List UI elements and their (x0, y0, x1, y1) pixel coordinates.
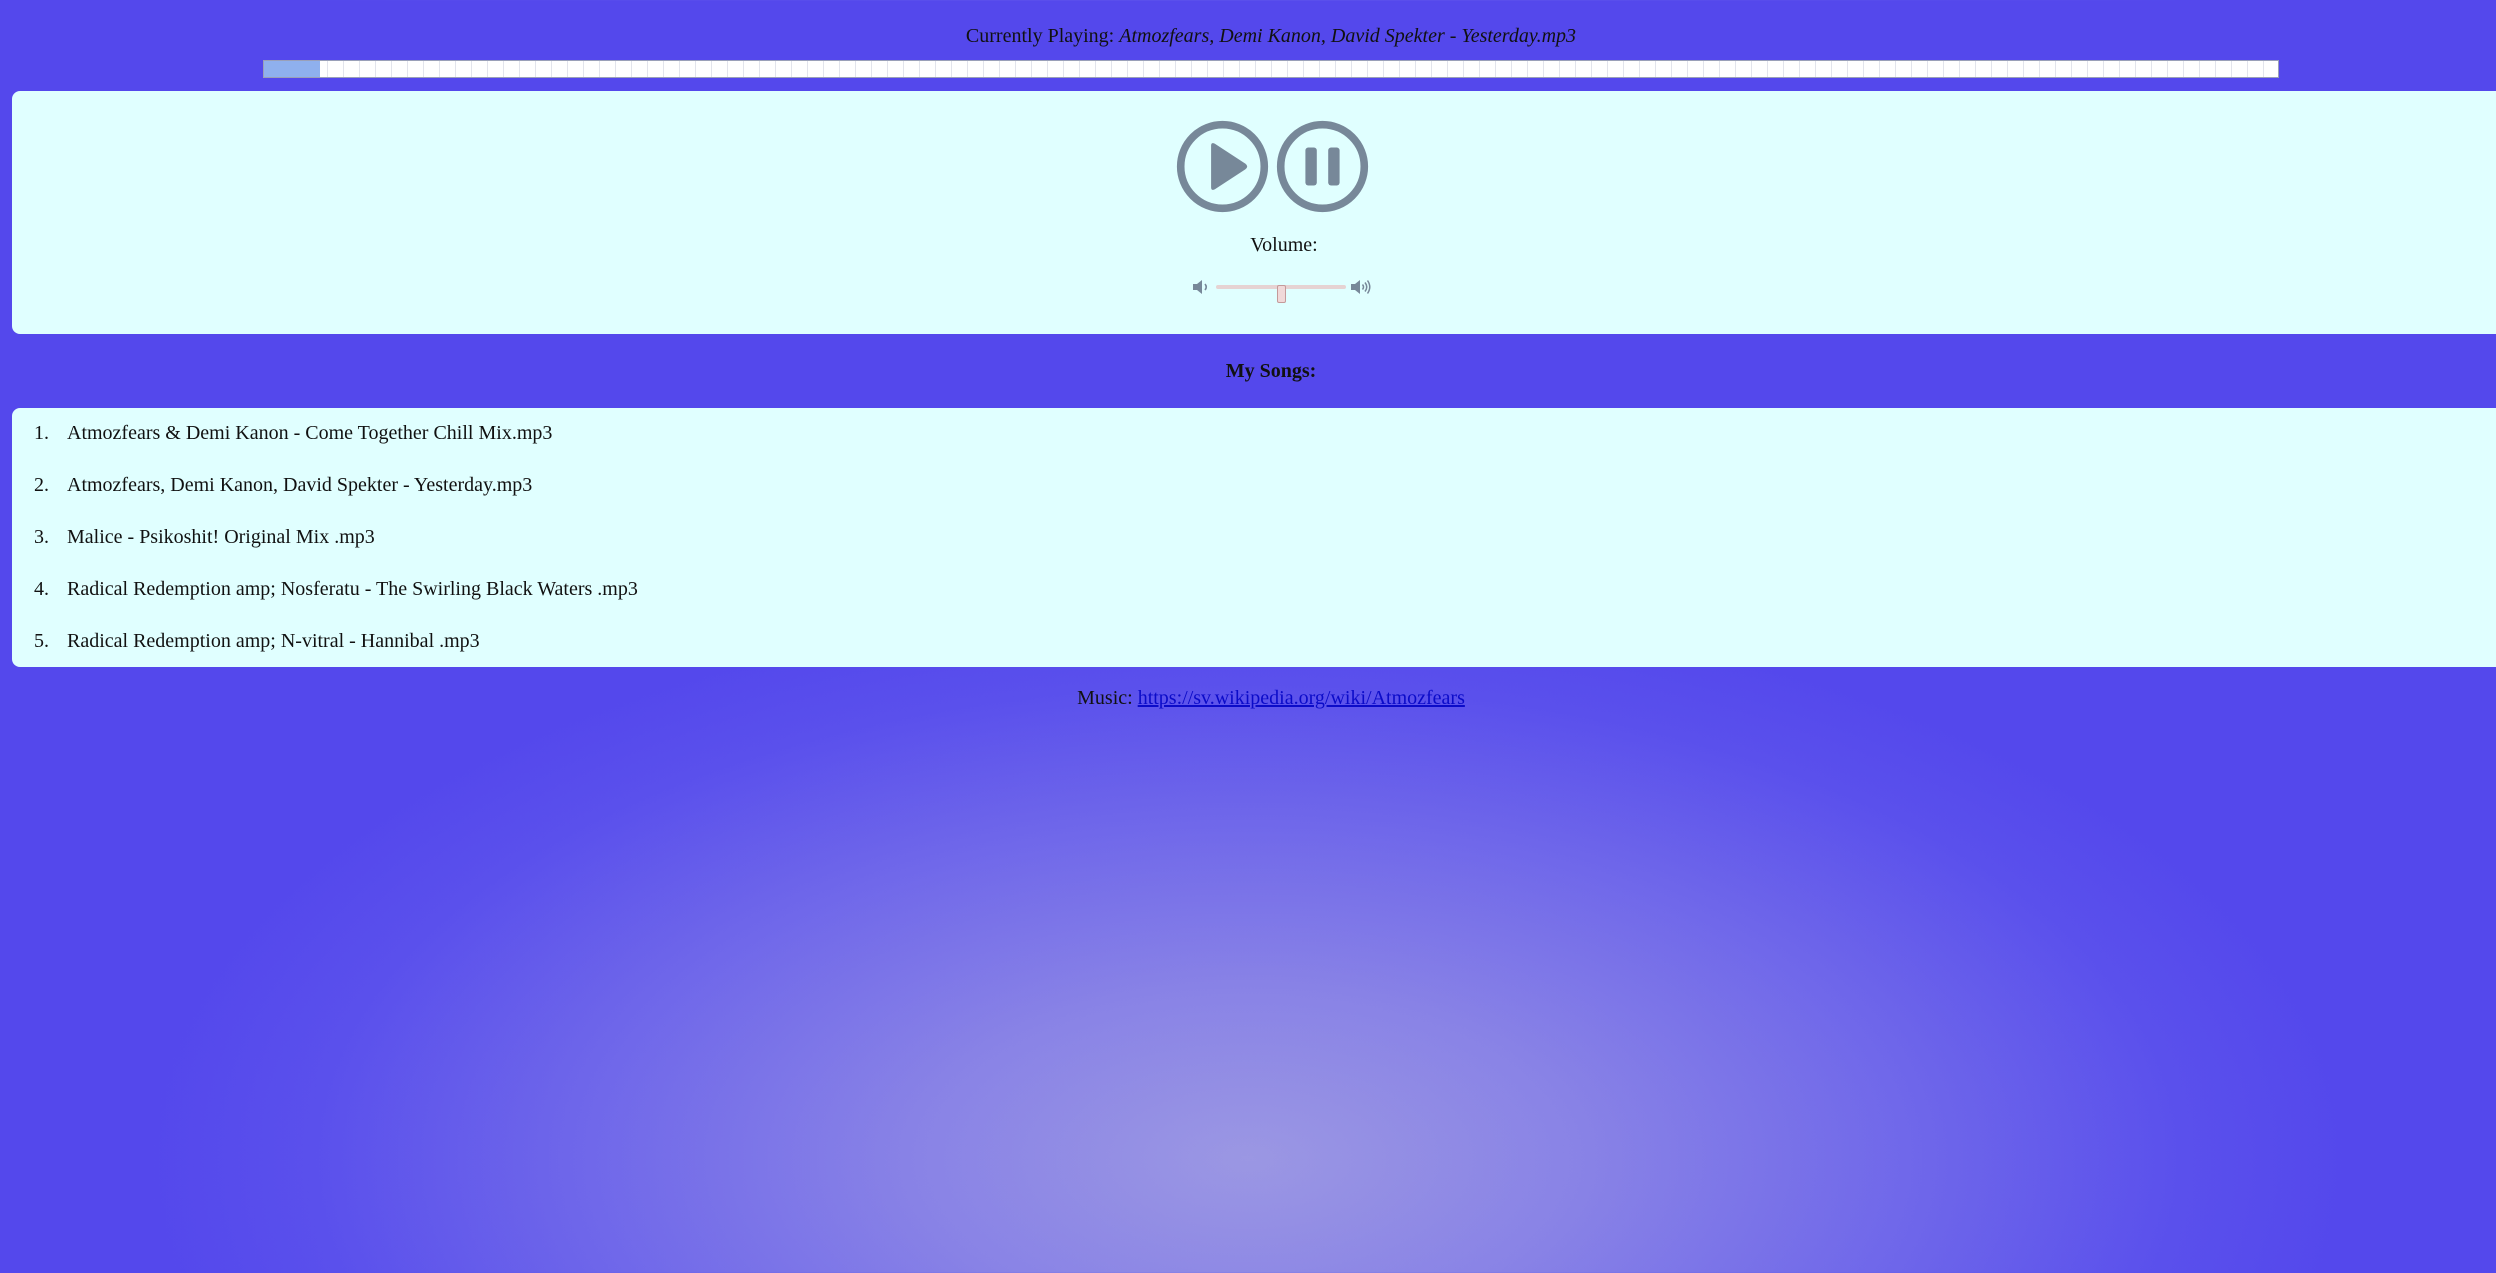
pause-icon[interactable] (1275, 119, 1370, 214)
song-number: 2. (34, 474, 49, 496)
credits-link[interactable]: https://sv.wikipedia.org/wiki/Atmozfears (1138, 687, 1465, 709)
volume-slider-thumb[interactable] (1277, 285, 1286, 303)
player-controls-panel: Volume: (12, 91, 2496, 334)
song-number: 1. (34, 422, 49, 444)
credits-label: Music: (1077, 687, 1133, 709)
volume-slider[interactable] (1216, 285, 1346, 303)
progress-segments (264, 61, 2278, 77)
song-title[interactable]: Malice - Psikoshit! Original Mix .mp3 (67, 526, 375, 549)
song-title[interactable]: Radical Redemption amp; Nosferatu - The … (67, 578, 638, 601)
volume-control (1190, 276, 1376, 303)
song-number: 5. (34, 630, 49, 652)
now-playing-label: Currently Playing: (965, 25, 1115, 47)
music-credits: Music: https://sv.wikipedia.org/wiki/Atm… (0, 687, 2496, 710)
progress-fill (264, 61, 321, 77)
now-playing-track: Atmozfears, Demi Kanon, David Spekter - … (1119, 25, 1577, 47)
volume-label: Volume: (1250, 234, 1318, 256)
volume-low-icon (1193, 280, 1208, 294)
song-list-panel: 1. Atmozfears & Demi Kanon - Come Togeth… (12, 408, 2496, 667)
song-title[interactable]: Atmozfears & Demi Kanon - Come Together … (67, 422, 552, 445)
progress-bar[interactable] (263, 60, 2279, 78)
play-icon[interactable] (1175, 119, 1270, 214)
now-playing-bar: Currently Playing: Atmozfears, Demi Kano… (0, 25, 2496, 48)
songs-heading: My Songs: (1225, 360, 1317, 382)
song-number: 4. (34, 578, 49, 600)
song-title[interactable]: Radical Redemption amp; N-vitral - Hanni… (67, 630, 480, 653)
song-title[interactable]: Atmozfears, Demi Kanon, David Spekter - … (67, 474, 532, 497)
volume-high-icon (1351, 280, 1371, 294)
playback-buttons (1175, 119, 1370, 214)
song-number: 3. (34, 526, 49, 548)
